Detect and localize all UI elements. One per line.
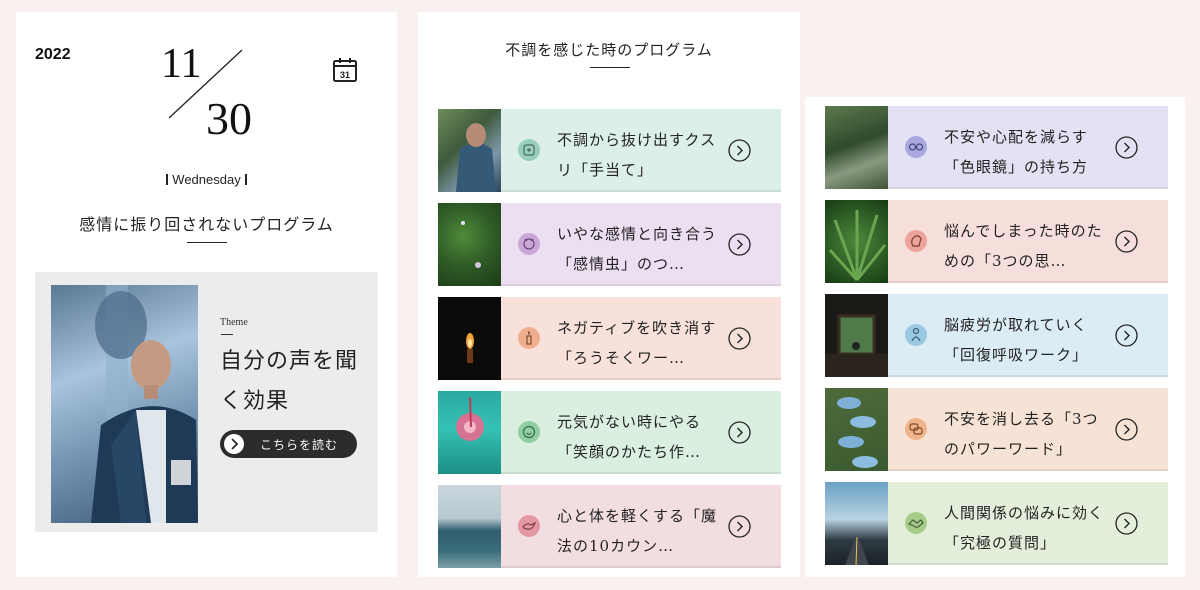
chevron-right-circle-icon[interactable] [728,139,751,162]
chevron-right-circle-icon[interactable] [1115,230,1138,253]
card-title[interactable]: ネガティブを吹き消す「ろうそくワー… [557,313,722,373]
chevron-right-circle-icon[interactable] [728,421,751,444]
card-body: 人間関係の悩みに効く「究極の質問」 [888,482,1168,565]
chevron-right-circle-icon[interactable] [1115,512,1138,535]
speech-bubbles-icon [905,418,927,440]
day-number: 30 [206,93,252,144]
chevron-right-circle-icon[interactable] [1115,136,1138,159]
chevron-right-icon [224,434,244,454]
program-list-panel-right: 不安や心配を減らす「色眼鏡」の持ち方 悩んでしまった時のための「3つの思… 脳疲… [805,97,1185,577]
read-more-button[interactable]: こちらを読む [220,430,357,458]
card-thumbnail [438,391,501,474]
card-thumbnail [825,106,888,189]
chevron-right-circle-icon[interactable] [728,327,751,350]
calendar-icon[interactable]: 31 [332,57,358,83]
card-body: 心と体を軽くする「魔法の10カウン… [501,485,781,568]
card-thumbnail [825,200,888,283]
weekday-label: Wednesday [16,172,397,187]
card-title[interactable]: 悩んでしまった時のための「3つの思… [944,216,1109,276]
card-body: 脳疲労が取れていく「回復呼吸ワーク」 [888,294,1168,377]
program-list-divider [590,67,630,68]
card-thumbnail [438,485,501,568]
card-title[interactable]: 元気がない時にやる「笑顔のかたち作… [557,407,722,467]
card-body: 悩んでしまった時のための「3つの思… [888,200,1168,283]
breathing-person-icon [905,324,927,346]
card-thumbnail [825,388,888,471]
hands-care-icon [518,139,540,161]
chevron-right-circle-icon[interactable] [1115,324,1138,347]
chevron-right-circle-icon[interactable] [728,233,751,256]
card-thumbnail [438,297,501,380]
program-list-heading: 不調を感じた時のプログラム [505,41,713,59]
program-card[interactable]: いやな感情と向き合う「感情虫」のつ… [438,203,781,286]
card-body: いやな感情と向き合う「感情虫」のつ… [501,203,781,286]
program-card[interactable]: 心と体を軽くする「魔法の10カウン… [438,485,781,568]
card-title[interactable]: 脳疲労が取れていく「回復呼吸ワーク」 [944,310,1109,370]
chevron-right-circle-icon[interactable] [728,515,751,538]
candle-icon [518,327,540,349]
card-title[interactable]: 不安を消し去る「3つのパワーワード」 [944,404,1109,464]
weekday-bar-right [244,174,247,185]
theme-label-rule [221,334,233,335]
program-card[interactable]: 不安を消し去る「3つのパワーワード」 [825,388,1168,471]
program-heading: 感情に振り回されないプログラム [79,215,334,234]
program-card[interactable]: 人間関係の悩みに効く「究極の質問」 [825,482,1168,566]
card-body: 不調から抜け出すクスリ「手当て」 [501,109,781,192]
card-title[interactable]: 不安や心配を減らす「色眼鏡」の持ち方 [944,122,1109,182]
program-card[interactable]: 脳疲労が取れていく「回復呼吸ワーク」 [825,294,1168,377]
read-more-label: こちらを読む [260,438,339,452]
card-body: 元気がない時にやる「笑顔のかたち作… [501,391,781,474]
card-body: 不安を消し去る「3つのパワーワード」 [888,388,1168,471]
program-card[interactable]: 不調から抜け出すクスリ「手当て」 [438,109,781,192]
emotion-bug-icon [518,233,540,255]
weekday-text: Wednesday [172,172,241,187]
bird-icon [518,515,540,537]
program-card[interactable]: 不安や心配を減らす「色眼鏡」の持ち方 [825,106,1168,189]
theme-label: Theme [220,317,248,328]
card-title[interactable]: いやな感情と向き合う「感情虫」のつ… [557,219,722,279]
card-thumbnail [438,109,501,192]
weekday-bar-left [166,174,169,185]
program-card[interactable]: ネガティブを吹き消す「ろうそくワー… [438,297,781,380]
program-list-panel: 不調を感じた時のプログラム 不調から抜け出すクスリ「手当て」 いやな感情と向き合… [418,12,800,577]
handshake-icon [905,512,927,534]
card-body: ネガティブを吹き消す「ろうそくワー… [501,297,781,380]
calendar-icon-day: 31 [340,70,350,80]
card-title[interactable]: 不調から抜け出すクスリ「手当て」 [557,125,722,185]
theme-card[interactable]: Theme 自分の声を聞く効果 こちらを読む [35,272,378,532]
card-body: 不安や心配を減らす「色眼鏡」の持ち方 [888,106,1168,189]
theme-title[interactable]: 自分の声を聞く効果 [220,342,370,422]
smile-flower-icon [518,421,540,443]
card-thumbnail [438,203,501,286]
program-card[interactable]: 悩んでしまった時のための「3つの思… [825,200,1168,283]
year-label: 2022 [35,46,71,63]
card-title[interactable]: 心と体を軽くする「魔法の10カウン… [557,501,722,561]
monk-photo [51,285,198,523]
thinking-head-icon [905,230,927,252]
date-panel: 2022 11 30 31 Wednesday 感情に振り回されないプログラム [16,12,397,577]
card-title[interactable]: 人間関係の悩みに効く「究極の質問」 [944,498,1109,558]
card-thumbnail [825,482,888,566]
program-card[interactable]: 元気がない時にやる「笑顔のかたち作… [438,391,781,474]
chevron-right-circle-icon[interactable] [1115,418,1138,441]
glasses-icon [905,136,927,158]
heading-divider [187,242,227,243]
card-thumbnail [825,294,888,377]
